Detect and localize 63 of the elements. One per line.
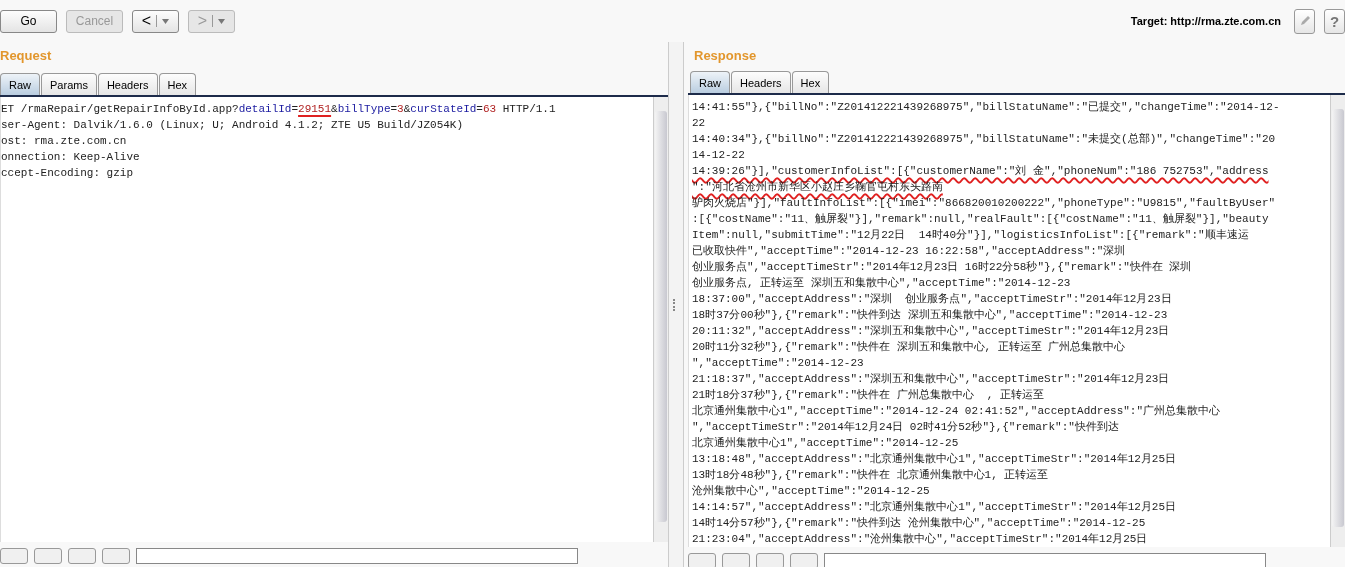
scrollbar[interactable] xyxy=(1330,95,1345,547)
search-option-button[interactable] xyxy=(68,547,96,564)
editor-tab[interactable]: Raw xyxy=(0,73,40,96)
caret-icon xyxy=(162,18,170,24)
response-line: 20:11:32","acceptAddress":"深圳五和集散中心","acceptTimeStr":"2014年12月23日 xyxy=(692,324,1171,339)
request-line: onnection: Keep-Alive xyxy=(1,150,141,166)
pane-title: Request xyxy=(0,47,53,65)
response-line: 北京通州集散中心1","acceptTime":"2014-12-25 xyxy=(692,436,960,451)
search-option-button[interactable] xyxy=(688,553,716,567)
editor-tab[interactable]: Params xyxy=(41,73,97,96)
response-line: 20时11分32秒"},{"remark":"快件在 深圳五和集散中心, 正转运至 广州总集散中心 xyxy=(692,340,1127,355)
caret-icon xyxy=(218,18,226,24)
request-editor[interactable] xyxy=(0,97,668,542)
request-line: ser-Agent: Dalvik/1.6.0 (Linux; U; Android 4.1.2; ZTE U5 Build/JZ054K) xyxy=(1,118,465,134)
response-line: :[{"costName":"11、触屏裂"}],"remark":null,"realFault":[{"costName":"11、触屏裂"}],"beauty xyxy=(692,212,1270,227)
response-line: 18:37:00","acceptAddress":"深圳 创业服务点","acceptTimeStr":"2014年12月23日 xyxy=(692,292,1173,307)
response-line: 13:18:48","acceptAddress":"北京通州集散中心1","acceptTimeStr":"2014年12月25日 xyxy=(692,452,1178,467)
scrollbar[interactable] xyxy=(653,97,668,542)
response-line: 21:23:04","acceptAddress":"沧州集散中心","acceptTimeStr":"2014年12月25日 xyxy=(692,532,1149,547)
response-line: 14-12-22 xyxy=(692,148,746,163)
search-option-button[interactable] xyxy=(0,547,28,564)
response-line: 22 xyxy=(692,116,707,131)
response-line: 14:14:57","acceptAddress":"北京通州集散中心1","acceptTimeStr":"2014年12月25日 xyxy=(692,500,1178,515)
editor-tab[interactable]: Hex xyxy=(791,71,830,93)
request-line: ccept-Encoding: gzip xyxy=(1,166,135,182)
response-line: 沧州集散中心","acceptTime":"2014-12-25 xyxy=(692,484,931,499)
response-line: 北京通州集散中心1","acceptTime":"2014-12-24 02:41:52","acceptAddress":"广州总集散中心 xyxy=(692,404,1222,419)
target-label: Target: http://rma.zte.com.cn xyxy=(1130,15,1281,27)
search-option-button[interactable] xyxy=(756,553,784,567)
response-line: ","acceptTime":"2014-12-23 xyxy=(692,356,865,371)
request-line: ET /rmaRepair/getRepairInfoById.app?detailId=29151&billType=3&curStateId=63 HTTP/1.1 xyxy=(1,102,557,118)
request-line: ost: rma.zte.com.cn xyxy=(1,134,128,150)
search-option-button[interactable] xyxy=(722,553,750,567)
response-line: 14:41:55"},{"billNo":"Z201412221439268975","billStatuName":"已提交","changeTime":"2014-12- xyxy=(692,100,1281,115)
pane-title: Response xyxy=(693,47,758,63)
editor-tab[interactable]: Hex xyxy=(158,73,197,96)
search-option-button[interactable] xyxy=(790,553,818,567)
response-line: 18时37分00秒"},{"remark":"快件到达 深圳五和集散中心","acceptTime":"2014-12-23 xyxy=(692,308,1169,323)
edit-target-button[interactable] xyxy=(1294,8,1315,34)
toolbar-button[interactable]: Go xyxy=(0,9,57,33)
editor-tab[interactable]: Raw xyxy=(690,71,730,93)
response-line: 创业服务点","acceptTimeStr":"2014年12月23日 16时22分58秒"},{"remark":"快件在 深圳 xyxy=(692,260,1193,275)
response-line: 14:39:26"}],"customerInfoList":[{"customerName":"刘 金","phoneNum":"186 752753","address xyxy=(692,164,1270,179)
response-line: 驴肉火烧店"}],"faultInfoList":[{"imei":"866820010200222","phoneType":"U9815","faultByUser" xyxy=(692,196,1277,211)
response-line: ":"河北省沧州市新华区小赵庄乡鞠官屯村东头路南 xyxy=(692,180,944,195)
response-line: 创业服务点, 正转运至 深圳五和集散中心","acceptTime":"2014-12-23 xyxy=(692,276,1072,291)
response-line: Item":null,"submitTime":"12月22日 14时40分"}],"logisticsInfoList":[{"remark":"顺丰速运 xyxy=(692,228,1250,243)
response-line: 14时14分57秒"},{"remark":"快件到达 沧州集散中心","acceptTime":"2014-12-25 xyxy=(692,516,1147,531)
search-option-button[interactable] xyxy=(102,547,130,564)
response-line: 14:40:34"},{"billNo":"Z201412221439268975","billStatuName":"未提交(总部)","changeTime":"20 xyxy=(692,132,1277,147)
response-line: 21:18:37","acceptAddress":"深圳五和集散中心","acceptTimeStr":"2014年12月23日 xyxy=(692,372,1171,387)
editor-tab[interactable]: Headers xyxy=(97,73,158,96)
response-editor[interactable] xyxy=(688,95,1345,547)
response-line: 21时18分37秒"},{"remark":"快件在 广州总集散中心 , 正转运至 xyxy=(692,388,1046,403)
search-field[interactable] xyxy=(136,547,578,564)
history-nav-button[interactable]: < xyxy=(132,9,179,33)
response-line: ","acceptTimeStr":"2014年12月24日 02时41分52秒"},{"remark":"快件到达 xyxy=(692,420,1120,435)
response-line: 已收取快件","acceptTime":"2014-12-23 16:22:58","acceptAddress":"深圳 xyxy=(692,244,1127,259)
search-field[interactable] xyxy=(824,553,1266,567)
help-button[interactable]: ? xyxy=(1324,8,1345,34)
response-line: 13时18分48秒"},{"remark":"快件在 北京通州集散中心1, 正转运至 xyxy=(692,468,1050,483)
editor-tab[interactable]: Headers xyxy=(731,71,791,93)
search-option-button[interactable] xyxy=(34,547,62,564)
